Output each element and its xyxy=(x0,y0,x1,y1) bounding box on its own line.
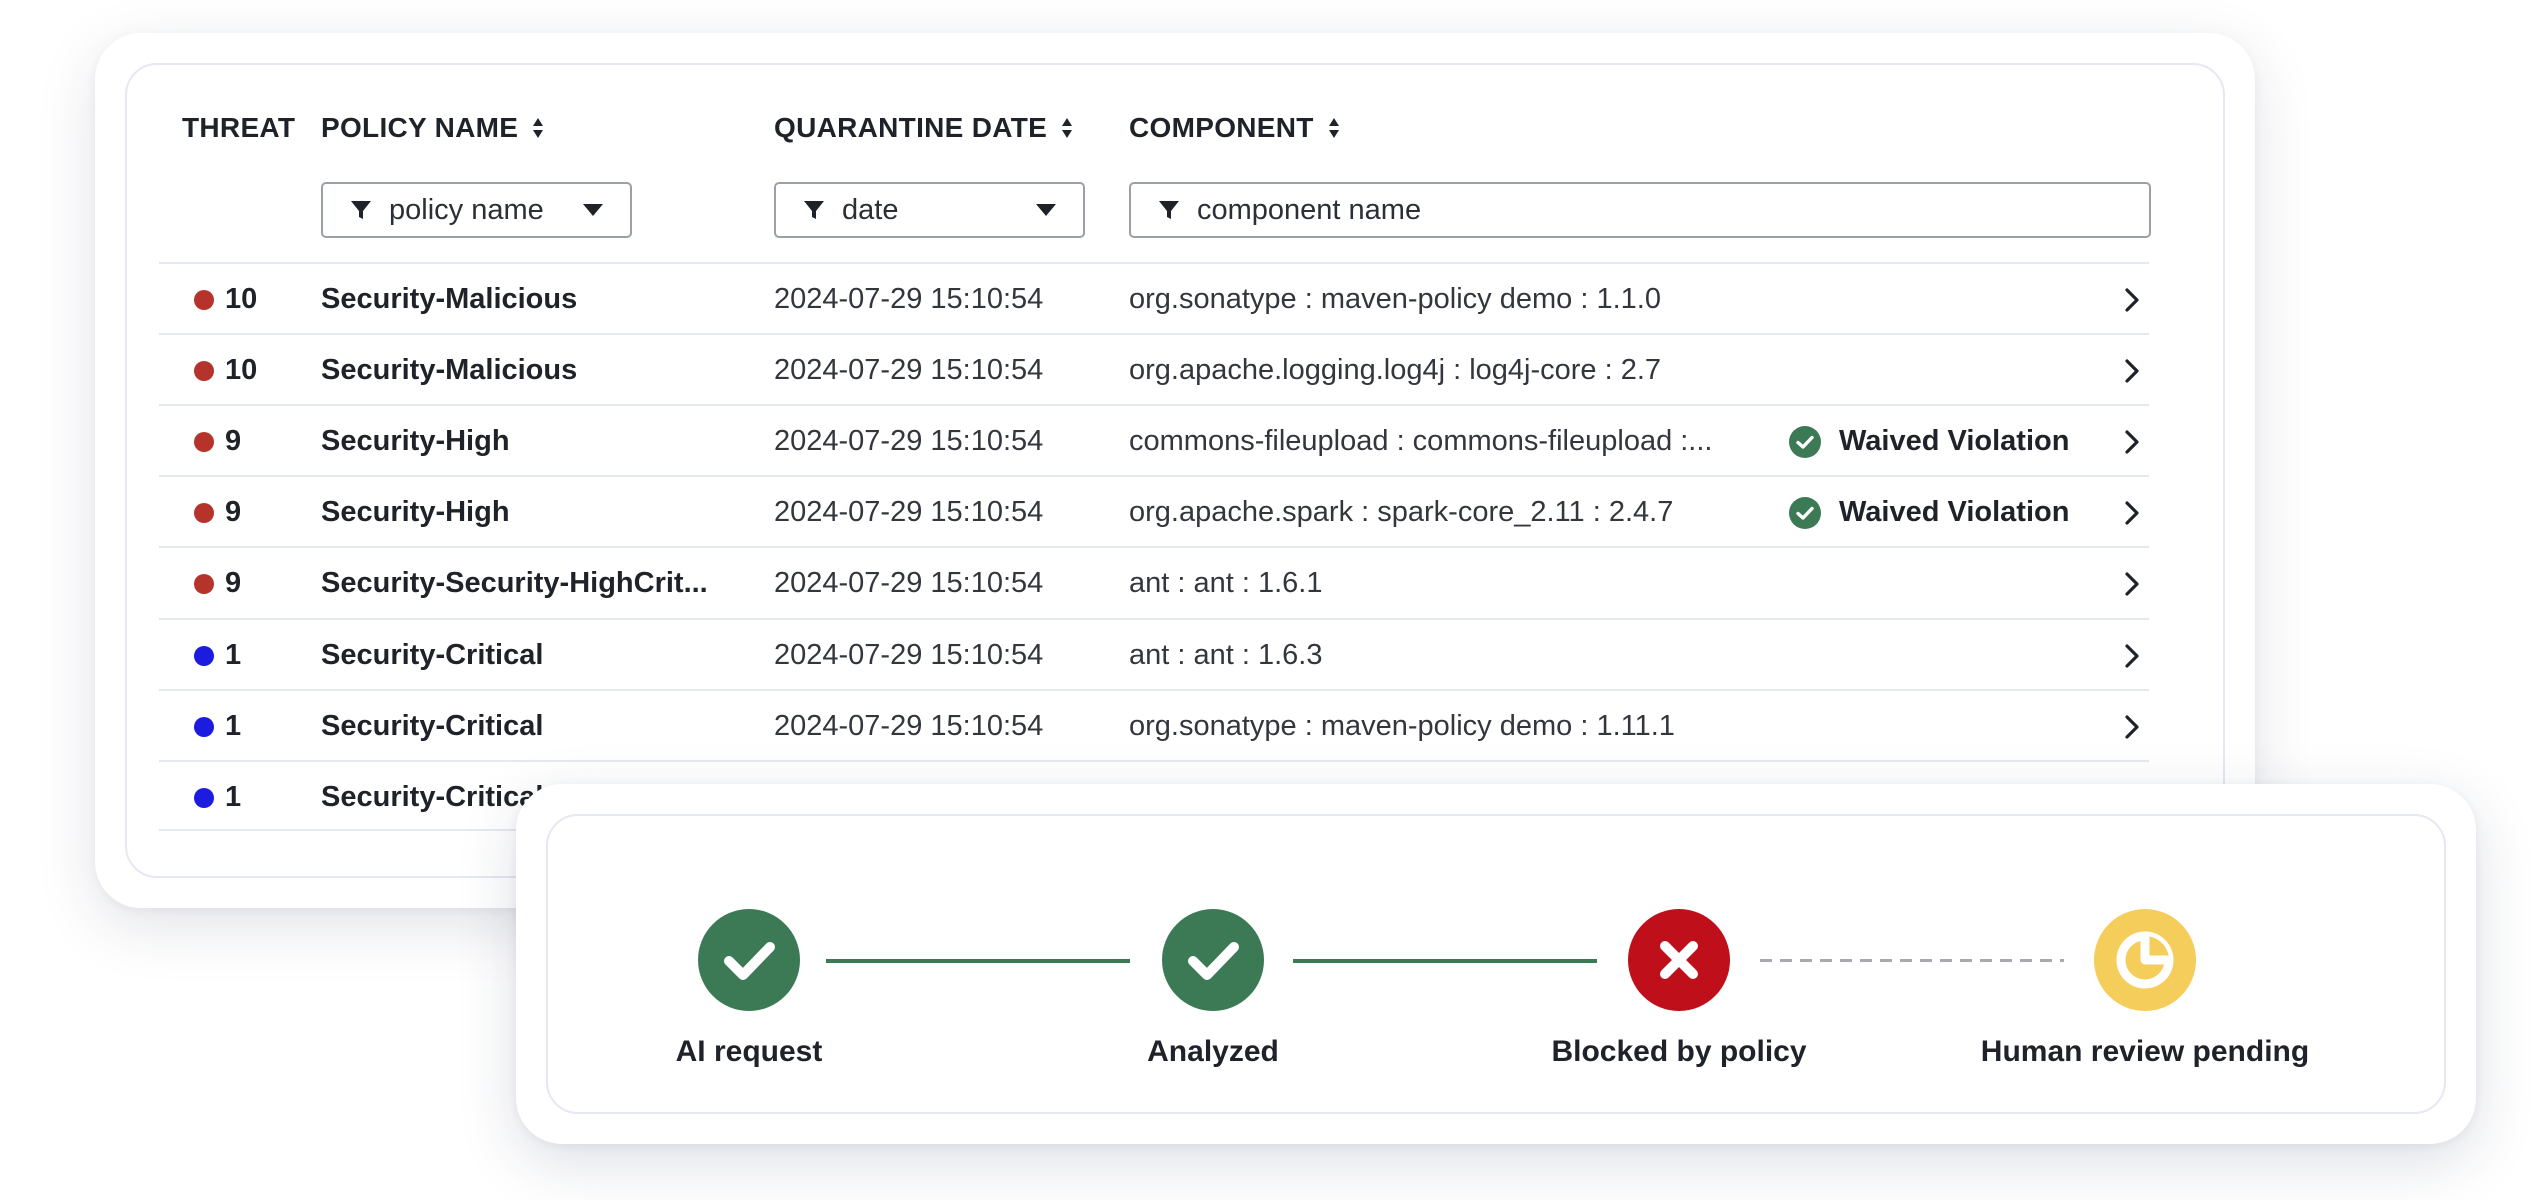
chevron-down-icon xyxy=(1036,204,1056,216)
step-label-human-review-pending: Human review pending xyxy=(1980,1035,2310,1068)
threat-score: 9 xyxy=(225,567,242,599)
component-name: ant : ant : 1.6.3 xyxy=(1129,639,1323,671)
chevron-right-icon[interactable] xyxy=(2124,643,2140,669)
quarantine-date: 2024-07-29 15:10:54 xyxy=(774,283,1044,315)
column-header-policy-name[interactable]: POLICY NAME xyxy=(321,112,544,144)
quarantine-date: 2024-07-29 15:10:54 xyxy=(774,354,1044,386)
step-connector xyxy=(826,959,1130,963)
policy-name: Security-High xyxy=(321,425,510,457)
threat-level-dot xyxy=(194,717,214,737)
threat-level-dot xyxy=(194,788,214,808)
workflow-card: AI request Analyzed Blocked by policy Hu… xyxy=(516,784,2476,1144)
filter-icon xyxy=(1159,201,1179,219)
sort-icon xyxy=(1062,118,1073,138)
step-label-ai-request: AI request xyxy=(675,1035,823,1068)
waived-violation-badge: Waived Violation xyxy=(1789,406,2069,477)
threat-score: 1 xyxy=(225,710,242,742)
threat-level-dot xyxy=(194,574,214,594)
filter-icon xyxy=(804,201,824,219)
component-name: ant : ant : 1.6.1 xyxy=(1129,567,1323,599)
quarantine-date: 2024-07-29 15:10:54 xyxy=(774,639,1044,671)
sort-icon xyxy=(533,118,544,138)
pending-icon xyxy=(2094,909,2196,1011)
component-name: org.sonatype : maven-policy demo : 1.1.0 xyxy=(1129,283,1661,315)
workflow-steps: AI request Analyzed Blocked by policy Hu… xyxy=(546,814,2446,1114)
status-label: Waived Violation xyxy=(1839,496,2070,528)
component-name: org.apache.logging.log4j : log4j-core : … xyxy=(1129,354,1662,386)
step-label-blocked-by-policy: Blocked by policy xyxy=(1551,1035,1807,1068)
check-circle-icon xyxy=(1789,425,1821,458)
column-header-quarantine-date[interactable]: QUARANTINE DATE xyxy=(774,112,1073,144)
step-connector xyxy=(1293,959,1597,963)
step-label-analyzed: Analyzed xyxy=(1147,1035,1279,1068)
component-name: org.sonatype : maven-policy demo : 1.11.… xyxy=(1129,710,1675,742)
chevron-down-icon xyxy=(583,204,603,216)
threat-score: 9 xyxy=(225,425,242,457)
policy-name: Security-Malicious xyxy=(321,283,578,315)
check-icon xyxy=(698,909,800,1011)
threat-level-dot xyxy=(194,290,214,310)
status-label: Waived Violation xyxy=(1839,425,2070,457)
table-row[interactable]: 9 Security-Security-HighCrit... 2024-07-29… xyxy=(159,546,2149,617)
threat-score: 9 xyxy=(225,496,242,528)
table-row[interactable]: 10 Security-Malicious 2024-07-29 15:10:54 o… xyxy=(159,262,2149,333)
column-header-threat[interactable]: THREAT xyxy=(182,112,295,144)
table-row[interactable]: 9 Security-High 2024-07-29 15:10:54 commons… xyxy=(159,404,2149,475)
threat-level-dot xyxy=(194,646,214,666)
filter-icon xyxy=(351,201,371,219)
threat-score: 10 xyxy=(225,283,258,315)
chevron-right-icon[interactable] xyxy=(2124,287,2140,313)
component-name: org.apache.spark : spark-core_2.11 : 2.4… xyxy=(1129,496,1674,528)
quarantine-date: 2024-07-29 15:10:54 xyxy=(774,425,1044,457)
component-name: commons-fileupload : commons-fileupload … xyxy=(1129,425,1713,457)
quarantine-date: 2024-07-29 15:10:54 xyxy=(774,710,1044,742)
quarantine-date: 2024-07-29 15:10:54 xyxy=(774,567,1044,599)
quarantine-date: 2024-07-29 15:10:54 xyxy=(774,496,1044,528)
column-header-component[interactable]: COMPONENT xyxy=(1129,112,1340,144)
chevron-right-icon[interactable] xyxy=(2124,358,2140,384)
step-connector xyxy=(1760,959,2064,962)
policy-name: Security-High xyxy=(321,496,510,528)
table-row[interactable]: 9 Security-High 2024-07-29 15:10:54 org.apa… xyxy=(159,475,2149,546)
chevron-right-icon[interactable] xyxy=(2124,714,2140,740)
chevron-right-icon[interactable] xyxy=(2124,429,2140,455)
policy-name: Security-Malicious xyxy=(321,354,578,386)
waived-violation-badge: Waived Violation xyxy=(1789,477,2069,548)
chevron-right-icon[interactable] xyxy=(2124,500,2140,526)
component-name-filter[interactable]: component name xyxy=(1129,182,2151,238)
x-icon xyxy=(1628,909,1730,1011)
policy-name-filter[interactable]: policy name xyxy=(321,182,632,238)
threat-level-dot xyxy=(194,432,214,452)
sort-icon xyxy=(1328,118,1339,138)
table-row[interactable]: 1 Security-Critical 2024-07-29 15:10:54 org… xyxy=(159,689,2149,760)
threat-score: 1 xyxy=(225,781,242,813)
chevron-right-icon[interactable] xyxy=(2124,571,2140,597)
check-icon xyxy=(1162,909,1264,1011)
policy-name: Security-Security-HighCrit... xyxy=(321,567,708,599)
date-filter[interactable]: date xyxy=(774,182,1085,238)
threat-score: 1 xyxy=(225,639,242,671)
table-row[interactable]: 10 Security-Malicious 2024-07-29 15:10:54 o… xyxy=(159,333,2149,404)
policy-name: Security-Critical xyxy=(321,710,544,742)
check-circle-icon xyxy=(1789,496,1821,529)
policy-name: Security-Critical xyxy=(321,639,544,671)
threat-level-dot xyxy=(194,503,214,523)
threat-score: 10 xyxy=(225,354,258,386)
threat-level-dot xyxy=(194,361,214,381)
table-row[interactable]: 1 Security-Critical 2024-07-29 15:10:54 ant… xyxy=(159,618,2149,689)
